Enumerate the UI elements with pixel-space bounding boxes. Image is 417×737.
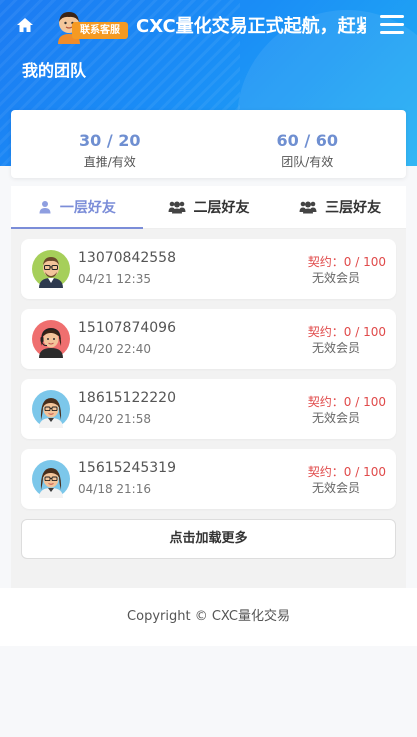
list-item[interactable]: 15107874096 04/20 22:40 契约：0 / 100 无效会员 — [21, 309, 396, 369]
menu-icon[interactable] — [380, 15, 404, 35]
team-stats-card: 30 / 20 直推/有效 60 / 60 团队/有效 — [11, 110, 406, 178]
users-icon — [299, 201, 317, 214]
footer-copyright: Copyright © CXC量化交易 — [0, 588, 417, 646]
woman-glasses-avatar — [32, 390, 70, 428]
tab-level-2-label: 二层好友 — [193, 200, 250, 216]
page-title: 我的团队 — [22, 61, 87, 80]
list-item[interactable]: 18615122220 04/20 21:58 契约：0 / 100 无效会员 — [21, 379, 396, 439]
direct-stat: 30 / 20 直推/有效 — [11, 110, 209, 178]
member-phone: 15615245319 — [78, 460, 176, 476]
woman-glasses-avatar — [32, 460, 70, 498]
team-panel: 一层好友 二层好友 三层好友 13070842558 04/21 12:35 契… — [11, 186, 406, 588]
level-tabs: 一层好友 二层好友 三层好友 — [11, 186, 406, 229]
announcement-marquee: CXC量化交易正式起航，赶紧加入吧 — [136, 16, 366, 37]
member-status: 无效会员 — [311, 481, 360, 495]
tab-level-3-label: 三层好友 — [325, 200, 382, 216]
member-join-time: 04/20 22:40 — [78, 342, 151, 356]
list-item[interactable]: 15615245319 04/18 21:16 契约：0 / 100 无效会员 — [21, 449, 396, 509]
tab-level-3[interactable]: 三层好友 — [274, 186, 406, 228]
member-status: 无效会员 — [311, 341, 360, 355]
home-icon[interactable] — [16, 16, 34, 34]
users-icon — [168, 201, 185, 214]
tab-level-1[interactable]: 一层好友 — [11, 186, 143, 229]
direct-stat-value: 30 / 20 — [78, 131, 141, 150]
member-join-time: 04/18 21:16 — [78, 482, 151, 496]
member-contract: 契约：0 / 100 — [307, 255, 386, 269]
man-glasses-avatar — [32, 250, 70, 288]
member-status: 无效会员 — [311, 271, 360, 285]
user-icon — [39, 201, 51, 214]
member-join-time: 04/20 21:58 — [78, 412, 151, 426]
load-more-button[interactable]: 点击加载更多 — [21, 519, 396, 559]
direct-stat-label: 直推/有效 — [83, 155, 136, 169]
member-phone: 18615122220 — [78, 390, 176, 406]
member-phone: 15107874096 — [78, 320, 176, 336]
member-status: 无效会员 — [311, 411, 360, 425]
customer-service-button[interactable]: 联系客服 — [54, 10, 128, 44]
tab-level-2[interactable]: 二层好友 — [143, 186, 275, 228]
member-phone: 13070842558 — [78, 250, 176, 266]
member-contract: 契约：0 / 100 — [307, 465, 386, 479]
team-stat-value: 60 / 60 — [276, 131, 338, 150]
member-list: 13070842558 04/21 12:35 契约：0 / 100 无效会员 … — [11, 229, 406, 509]
tab-level-1-label: 一层好友 — [59, 200, 116, 216]
team-stat-label: 团队/有效 — [281, 155, 334, 169]
member-join-time: 04/21 12:35 — [78, 272, 151, 286]
list-item[interactable]: 13070842558 04/21 12:35 契约：0 / 100 无效会员 — [21, 239, 396, 299]
member-contract: 契约：0 / 100 — [307, 325, 386, 339]
customer-service-label: 联系客服 — [72, 22, 128, 39]
woman-headset-avatar — [32, 320, 70, 358]
member-contract: 契约：0 / 100 — [307, 395, 386, 409]
team-stat: 60 / 60 团队/有效 — [209, 110, 407, 178]
